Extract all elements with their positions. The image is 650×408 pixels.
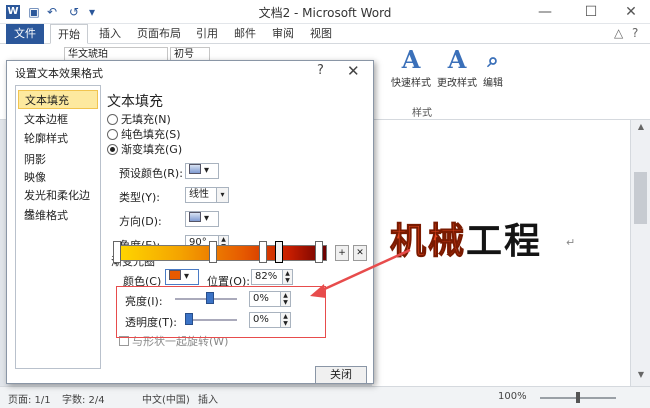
- find-icon: ⌕: [487, 48, 499, 72]
- edit-button[interactable]: ⌕ 编辑: [478, 46, 508, 89]
- radio-no-fill-label: 无填充(N): [121, 113, 171, 126]
- quick-styles-icon: A: [401, 45, 421, 74]
- tab-references[interactable]: 引用: [192, 24, 222, 44]
- radio-solid-fill[interactable]: 纯色填充(S): [107, 128, 181, 142]
- brightness-slider-knob[interactable]: [206, 292, 214, 304]
- tab-review[interactable]: 审阅: [268, 24, 298, 44]
- gradient-stop-1[interactable]: [113, 241, 121, 263]
- rotate-checkbox-box[interactable]: [119, 336, 129, 346]
- scroll-down-icon[interactable]: ▼: [631, 370, 650, 379]
- watermark-text: 搜狗指南: [470, 329, 550, 353]
- transparency-slider-knob[interactable]: [185, 313, 193, 325]
- document-heading[interactable]: 机械工程: [389, 212, 543, 264]
- color-label: 颜色(C): [123, 275, 162, 288]
- scroll-up-icon[interactable]: ▲: [631, 122, 650, 131]
- type-value: 线性: [189, 189, 209, 200]
- ribbon-tabs: 文件 开始 插入 页面布局 引用 邮件 审阅 视图 △ ?: [0, 24, 650, 44]
- tab-home[interactable]: 开始: [50, 24, 88, 44]
- radio-gradient-fill-label: 渐变填充(G): [121, 143, 183, 156]
- collapse-ribbon-icon[interactable]: △: [614, 26, 623, 40]
- gradient-stop-5[interactable]: [315, 241, 323, 263]
- status-insert-mode[interactable]: 插入: [198, 391, 218, 406]
- transparency-value: 0%: [253, 314, 269, 325]
- transparency-input[interactable]: 0% ▲ ▼: [249, 312, 291, 328]
- brightness-label: 亮度(I):: [125, 295, 163, 308]
- radio-solid-fill-label: 纯色填充(S): [121, 128, 181, 141]
- nav-item-glow[interactable]: 发光和柔化边缘: [18, 186, 98, 221]
- change-styles-button[interactable]: A 更改样式: [434, 45, 480, 90]
- stop-color-picker[interactable]: ▾: [165, 269, 199, 285]
- gradient-stop-active[interactable]: [275, 241, 283, 263]
- tab-mailings[interactable]: 邮件: [230, 24, 260, 44]
- rotate-label: 与形状一起旋转(W): [132, 335, 229, 348]
- heading-part-2: 工程: [466, 221, 543, 262]
- gradient-stop-3[interactable]: [259, 241, 267, 263]
- watermark-url: zhinan.sogou.com: [478, 352, 588, 366]
- watermark-logo-icon: [440, 326, 464, 350]
- radio-no-fill[interactable]: 无填充(N): [107, 113, 171, 127]
- edit-label: 编辑: [483, 78, 503, 89]
- remove-stop-button[interactable]: ✕: [353, 245, 367, 261]
- close-button[interactable]: ✕: [616, 0, 646, 24]
- change-styles-label: 更改样式: [437, 78, 477, 89]
- transparency-label: 透明度(T):: [125, 316, 178, 329]
- tab-page-layout[interactable]: 页面布局: [134, 24, 184, 44]
- gradient-bar[interactable]: [117, 245, 327, 261]
- status-language[interactable]: 中文(中国): [142, 391, 190, 406]
- format-text-effects-dialog: 设置文本效果格式 ? ✕ 文本填充 文本边框 轮廓样式 阴影 映像 发光和柔化边…: [6, 60, 374, 384]
- gradient-stop-2[interactable]: [209, 241, 217, 263]
- heading-part-1: 机械: [389, 221, 467, 263]
- section-title: 文本填充: [107, 94, 163, 110]
- status-words[interactable]: 字数: 2/4: [62, 391, 105, 406]
- position-value: 82%: [255, 271, 278, 282]
- preset-color-picker[interactable]: ▾: [185, 163, 219, 179]
- type-label: 类型(Y):: [119, 191, 161, 204]
- dialog-close-icon[interactable]: ✕: [347, 62, 360, 80]
- styles-group-label: 样式: [412, 108, 432, 119]
- status-page[interactable]: 页面: 1/1: [8, 391, 51, 406]
- position-label: 位置(O):: [207, 275, 250, 288]
- nav-item-outline-style[interactable]: 轮廓样式: [18, 129, 98, 148]
- nav-item-text-outline[interactable]: 文本边框: [18, 110, 98, 129]
- dialog-close-button[interactable]: 关闭: [315, 366, 367, 384]
- quick-styles-label: 快速样式: [391, 78, 431, 89]
- status-zoom[interactable]: 100%: [498, 391, 527, 402]
- minimize-button[interactable]: —: [530, 0, 560, 24]
- nav-item-reflection[interactable]: 映像: [18, 168, 98, 187]
- dialog-help-icon[interactable]: ?: [317, 63, 324, 78]
- help-icon[interactable]: ?: [632, 26, 638, 40]
- scroll-thumb[interactable]: [634, 172, 647, 224]
- change-styles-icon: A: [447, 45, 467, 74]
- tab-insert[interactable]: 插入: [94, 24, 126, 44]
- position-input[interactable]: 82% ▲ ▼: [251, 269, 293, 285]
- paragraph-mark: ↵: [566, 236, 576, 249]
- add-stop-button[interactable]: +: [335, 245, 349, 261]
- vertical-scrollbar[interactable]: ▲ ▼: [630, 120, 650, 386]
- dialog-title-bar: 设置文本效果格式 ? ✕: [7, 61, 373, 83]
- type-select[interactable]: 线性 ▾: [185, 187, 229, 203]
- dialog-title: 设置文本效果格式: [15, 67, 103, 80]
- quick-styles-button[interactable]: A 快速样式: [388, 45, 434, 90]
- title-bar: W ▣ ↶ ↺ ▾ 文档2 - Microsoft Word — ☐ ✕: [0, 0, 650, 24]
- nav-item-shadow[interactable]: 阴影: [18, 150, 98, 169]
- tab-view[interactable]: 视图: [306, 24, 336, 44]
- tab-file[interactable]: 文件: [6, 24, 44, 44]
- brightness-input[interactable]: 0% ▲ ▼: [249, 291, 291, 307]
- direction-label: 方向(D):: [119, 215, 162, 228]
- nav-item-3d-format[interactable]: 三维格式: [18, 206, 98, 225]
- nav-item-text-fill[interactable]: 文本填充: [18, 90, 98, 109]
- status-bar: 页面: 1/1 字数: 2/4 中文(中国) 插入 100%: [0, 386, 650, 408]
- brightness-value: 0%: [253, 293, 269, 304]
- rotate-with-shape-checkbox[interactable]: 与形状一起旋转(W): [119, 333, 228, 349]
- radio-gradient-fill[interactable]: 渐变填充(G): [107, 143, 182, 157]
- preset-label: 预设颜色(R):: [119, 167, 183, 180]
- dialog-nav: 文本填充 文本边框 轮廓样式 阴影 映像 发光和柔化边缘 三维格式: [15, 85, 101, 369]
- zoom-slider-knob[interactable]: [576, 392, 580, 403]
- maximize-button[interactable]: ☐: [576, 0, 606, 24]
- direction-picker[interactable]: ▾: [185, 211, 219, 227]
